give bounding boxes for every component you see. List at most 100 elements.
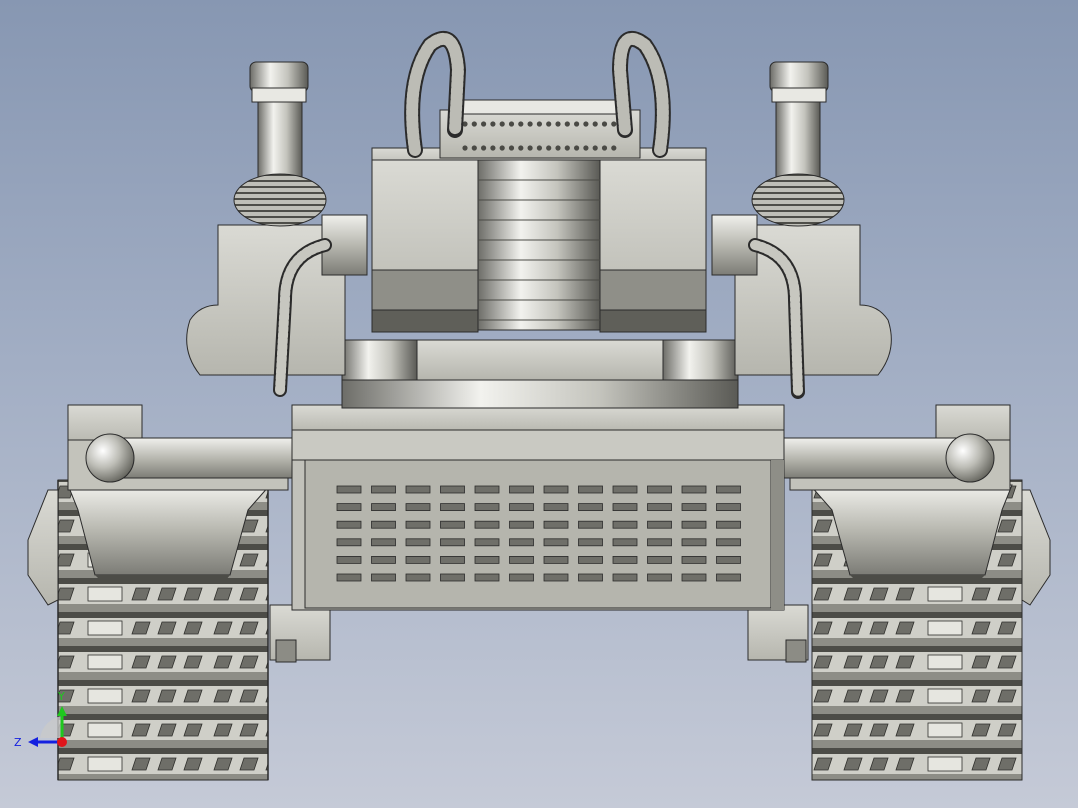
vent-slot bbox=[543, 538, 569, 547]
vent-slot bbox=[336, 503, 362, 512]
vent-slot bbox=[371, 485, 396, 494]
connector-pin bbox=[518, 121, 524, 127]
vent-slot bbox=[578, 485, 603, 494]
vent-slot bbox=[336, 520, 362, 529]
connector-pin bbox=[499, 145, 505, 151]
vent-slot bbox=[716, 520, 741, 529]
vent-slot bbox=[509, 538, 534, 547]
vent-slot bbox=[612, 485, 638, 494]
connector-pin bbox=[508, 121, 515, 127]
vent-slot bbox=[716, 573, 741, 582]
vent-slot bbox=[647, 556, 672, 564]
vent-slot bbox=[543, 520, 569, 529]
vent-slot bbox=[371, 538, 396, 547]
vent-slot bbox=[405, 556, 431, 564]
vent-slot bbox=[474, 556, 500, 564]
vent-slot bbox=[716, 538, 741, 547]
vent-slot bbox=[612, 556, 638, 564]
cad-viewport[interactable]: Z Y bbox=[0, 0, 1078, 808]
vent-slot bbox=[405, 485, 431, 494]
vent-slot bbox=[578, 503, 603, 512]
connector-pin bbox=[592, 121, 598, 127]
connector-pin bbox=[527, 145, 533, 151]
vent-slot bbox=[440, 538, 465, 547]
vent-slot bbox=[474, 503, 500, 512]
connector-pin bbox=[611, 145, 617, 151]
vent-slot bbox=[681, 520, 707, 529]
vent-slot bbox=[578, 573, 603, 582]
x-axis-dot bbox=[57, 737, 67, 747]
connector-pin bbox=[462, 145, 468, 151]
vent-slot bbox=[474, 520, 500, 529]
vent-slot bbox=[681, 573, 707, 582]
connector-pin bbox=[574, 121, 580, 127]
left-gun-barrel bbox=[233, 61, 327, 227]
connector-pin bbox=[564, 121, 570, 127]
vent-slot bbox=[681, 556, 707, 564]
vent-slot bbox=[371, 573, 396, 582]
vent-slot bbox=[474, 573, 500, 582]
connector-pin bbox=[564, 145, 570, 151]
vent-slot bbox=[647, 573, 672, 582]
vent-slot bbox=[405, 573, 431, 582]
connector-pin bbox=[527, 121, 533, 127]
vent-slot bbox=[405, 503, 431, 512]
turret-drum bbox=[371, 147, 707, 333]
connector-pin bbox=[592, 145, 598, 151]
connector-pin bbox=[481, 145, 487, 151]
vent-slot bbox=[336, 485, 362, 494]
connector-pin bbox=[499, 121, 505, 127]
connector-pin bbox=[536, 145, 543, 151]
robot-tank-model-front-view[interactable]: Z Y bbox=[0, 0, 1078, 808]
connector-pin bbox=[518, 145, 524, 151]
vent-slot bbox=[509, 573, 534, 582]
vent-slot bbox=[336, 538, 362, 547]
connector-pin bbox=[536, 121, 543, 127]
connector-pin bbox=[490, 145, 496, 151]
connector-pin bbox=[471, 145, 477, 151]
axis-triad: Z Y bbox=[14, 690, 67, 749]
right-gun-barrel bbox=[751, 61, 845, 227]
vent-slot bbox=[681, 538, 707, 547]
connector-pin bbox=[583, 145, 589, 151]
connector-pin bbox=[546, 121, 552, 127]
vent-slot bbox=[371, 556, 396, 564]
vent-slot bbox=[543, 573, 569, 582]
vent-slot bbox=[647, 503, 672, 512]
connector-pin bbox=[555, 145, 561, 151]
vent-slot bbox=[681, 485, 707, 494]
vent-slot bbox=[440, 485, 465, 494]
connector-pin bbox=[555, 121, 561, 127]
vent-slot bbox=[612, 573, 638, 582]
vent-slot bbox=[509, 503, 534, 512]
vent-slot bbox=[509, 556, 534, 564]
vent-slot bbox=[578, 538, 603, 547]
connector-pin bbox=[481, 121, 487, 127]
vent-slot bbox=[578, 556, 603, 564]
connector-pin bbox=[601, 145, 608, 151]
vent-slot bbox=[474, 485, 500, 494]
vent-slot bbox=[543, 556, 569, 564]
vent-slot bbox=[647, 485, 672, 494]
vent-slot bbox=[543, 503, 569, 512]
connector-pin bbox=[546, 145, 552, 151]
vent-slot bbox=[612, 538, 638, 547]
connector-pin bbox=[508, 145, 515, 151]
vent-slot bbox=[336, 573, 362, 582]
vent-slot bbox=[716, 556, 741, 564]
vent-slot bbox=[612, 520, 638, 529]
y-axis-label: Y bbox=[57, 690, 65, 703]
vent-slot bbox=[371, 520, 396, 529]
vent-slot bbox=[681, 503, 707, 512]
vent-slot bbox=[405, 538, 431, 547]
connector-pin bbox=[583, 121, 589, 127]
connector-pin bbox=[601, 121, 608, 127]
vent-slot bbox=[647, 520, 672, 529]
connector-pin bbox=[574, 145, 580, 151]
vent-slot bbox=[405, 520, 431, 529]
vent-slot bbox=[336, 556, 362, 564]
connector-pin bbox=[490, 121, 496, 127]
vent-slot bbox=[647, 538, 672, 547]
vent-slot bbox=[543, 485, 569, 494]
lower-brackets bbox=[269, 604, 809, 663]
